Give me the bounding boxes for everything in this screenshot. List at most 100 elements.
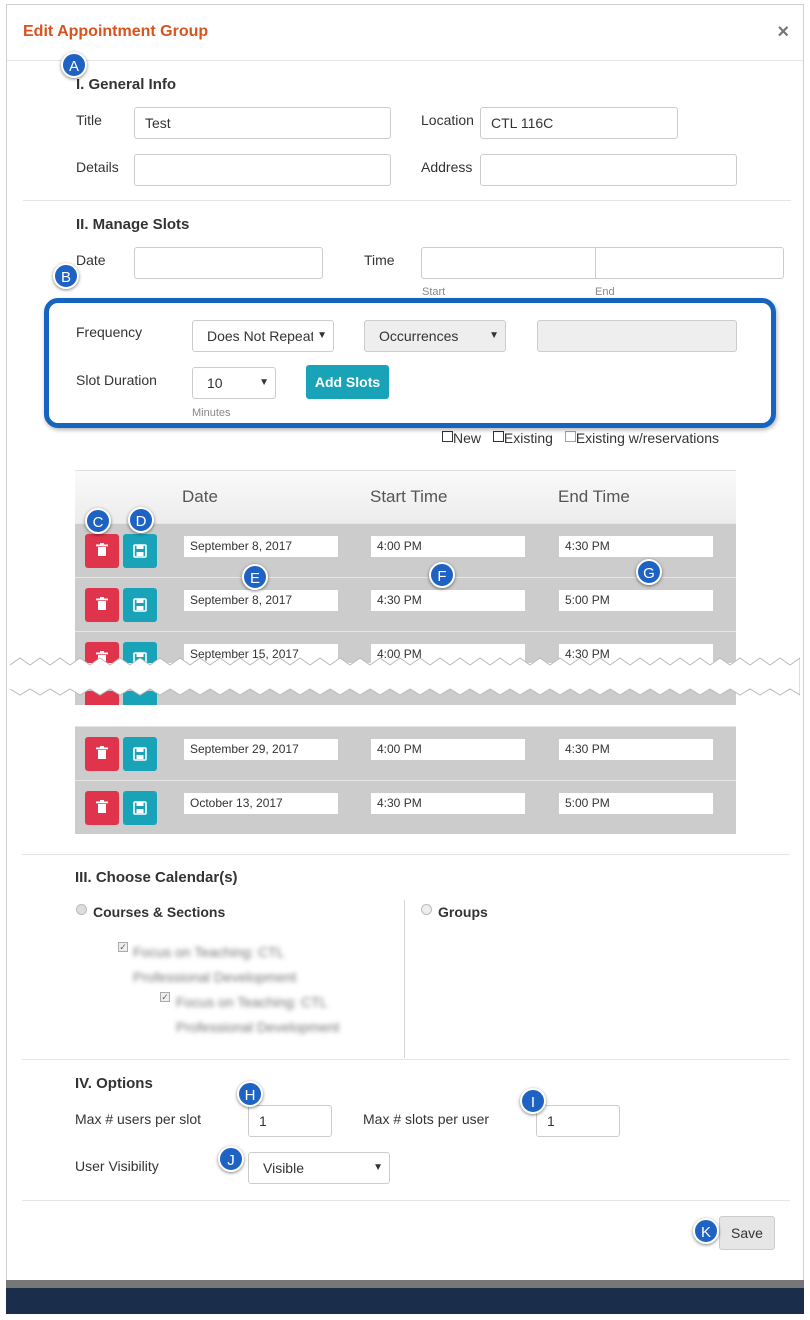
max-slots-label: Max # slots per user [363,1111,490,1127]
details-label: Details [76,159,119,175]
slot-end-input[interactable]: 5:00 PM [558,792,714,815]
slot-start-input[interactable]: 4:30 PM [370,792,526,815]
course-item-blurred: Focus on Teaching: CTL Professional Deve… [133,944,297,985]
start-hint: Start [422,286,446,298]
courses-radio[interactable] [76,904,87,915]
time-label: Time [364,252,395,268]
callout-marker-k: K [693,1218,719,1244]
max-slots-input[interactable]: 1 [536,1105,620,1137]
callout-marker-h: H [237,1081,263,1107]
choose-calendars-heading: III. Choose Calendar(s) [75,869,238,886]
slot-date-input[interactable]: September 29, 2017 [183,738,339,761]
slot-start-input[interactable]: 4:30 PM [370,589,526,612]
divider [7,60,803,61]
table-row: October 13, 2017 4:30 PM 5:00 PM [75,780,736,834]
callout-marker-e: E [242,564,268,590]
user-visibility-label: User Visibility [75,1158,159,1174]
callout-marker-b: B [53,263,79,289]
callout-marker-a: A [61,52,87,78]
legend-new: New [453,430,482,446]
slot-legend: New Existing Existing w/reservations [442,430,719,446]
save-button[interactable]: Save [719,1216,775,1250]
title-input[interactable]: Test [134,107,391,139]
slot-date-input[interactable]: September 8, 2017 [183,535,339,558]
date-input[interactable] [134,247,323,279]
legend-new-swatch [442,431,453,442]
end-time-input[interactable] [595,247,784,279]
slot-end-input[interactable]: 5:00 PM [558,589,714,612]
modal-title: Edit Appointment Group [23,23,209,40]
slot-date-input[interactable]: October 13, 2017 [183,792,339,815]
user-visibility-value: Visible [263,1160,304,1176]
groups-radio[interactable] [421,904,432,915]
callout-marker-i: I [520,1088,546,1114]
end-hint: End [595,286,615,298]
section-checkbox[interactable]: ✓ [160,992,170,1002]
callout-marker-f: F [429,562,455,588]
callout-marker-d: D [128,507,154,533]
slot-end-input[interactable]: 4:30 PM [558,738,714,761]
floppy-disk-icon [133,747,147,761]
torn-page-cut [10,657,800,705]
title-label: Title [76,112,102,128]
max-users-input[interactable]: 1 [248,1105,332,1137]
delete-slot-button[interactable] [85,737,119,771]
address-label: Address [421,159,473,175]
legend-reserved-swatch [564,431,576,442]
max-users-label: Max # users per slot [75,1111,202,1127]
location-label: Location [421,112,474,128]
callout-marker-g: G [636,559,662,585]
callout-marker-c: C [85,508,111,534]
divider [22,1200,790,1201]
save-slot-button[interactable] [123,737,157,771]
divider [22,854,790,855]
caret-down-icon: ▼ [373,1162,383,1173]
save-slot-button[interactable] [123,588,157,622]
floppy-disk-icon [133,544,147,558]
column-end-time: End Time [558,487,630,506]
save-slot-button[interactable] [123,534,157,568]
trash-icon [96,746,108,759]
trash-icon [96,543,108,556]
legend-existing: Existing [503,430,553,446]
column-start-time: Start Time [370,487,448,506]
divider [23,200,791,201]
groups-label: Groups [438,904,488,920]
course-checkbox[interactable]: ✓ [118,942,128,952]
delete-slot-button[interactable] [85,534,119,568]
close-icon[interactable]: × [777,21,789,44]
legend-existing-swatch [492,431,504,442]
options-heading: IV. Options [75,1075,153,1092]
floppy-disk-icon [133,598,147,612]
callout-marker-j: J [218,1146,244,1172]
slot-start-input[interactable]: 4:00 PM [370,535,526,558]
slot-end-input[interactable]: 4:30 PM [558,535,714,558]
slots-table-header: Date Start Time End Time [75,470,736,523]
floppy-disk-icon [133,801,147,815]
table-row: September 8, 2017 4:30 PM 5:00 PM [75,577,736,631]
manage-slots-heading: II. Manage Slots [76,216,190,233]
details-input[interactable] [134,154,391,186]
start-time-input[interactable] [421,247,596,279]
legend-reserved: Existing w/reservations [575,430,719,446]
section-item-blurred: Focus on Teaching: CTL Professional Deve… [176,994,340,1035]
highlight-frequency-region [44,298,776,428]
table-row: September 29, 2017 4:00 PM 4:30 PM [75,726,736,780]
address-input[interactable] [480,154,737,186]
save-slot-button[interactable] [123,791,157,825]
page-footer-bar [6,1280,804,1314]
slot-start-input[interactable]: 4:00 PM [370,738,526,761]
trash-icon [96,597,108,610]
vertical-divider [404,900,405,1058]
trash-icon [96,800,108,813]
divider [22,1059,790,1060]
general-info-heading: I. General Info [76,76,177,93]
delete-slot-button[interactable] [85,791,119,825]
column-date: Date [182,487,218,506]
delete-slot-button[interactable] [85,588,119,622]
slot-date-input[interactable]: September 8, 2017 [183,589,339,612]
courses-sections-label: Courses & Sections [93,904,226,920]
user-visibility-select[interactable]: Visible ▼ [248,1152,390,1184]
location-input[interactable]: CTL 116C [480,107,678,139]
date-label: Date [76,252,106,268]
